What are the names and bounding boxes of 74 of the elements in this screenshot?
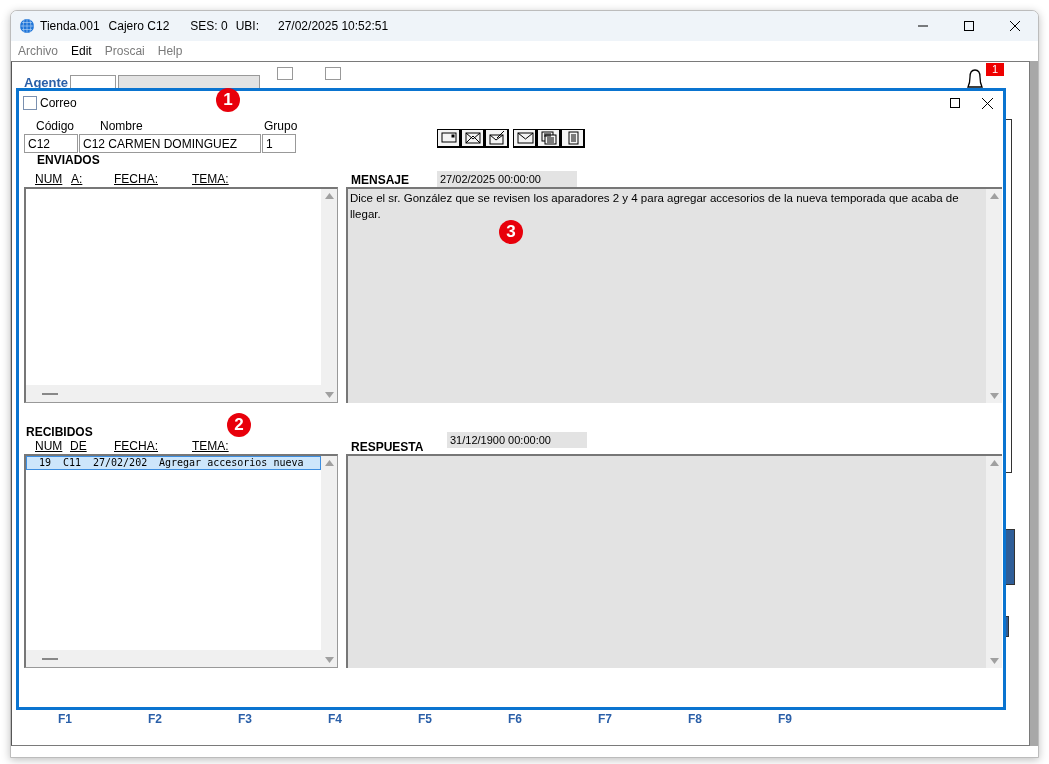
globe-icon (20, 19, 34, 33)
window-title: SES: 0 (190, 19, 228, 33)
scroll-down-icon[interactable] (324, 657, 334, 663)
function-key-label[interactable]: F8 (688, 712, 778, 726)
window-title: Tienda.001 (40, 19, 100, 33)
card-icon (439, 130, 458, 146)
scrollbar-track[interactable] (1030, 61, 1038, 746)
dialog-title: Correo (40, 96, 77, 110)
toolbar-button[interactable] (513, 129, 538, 148)
envelope-check-icon (487, 130, 506, 146)
function-key-label[interactable]: F3 (238, 712, 328, 726)
section-title: RECIBIDOS (25, 425, 94, 439)
scroll-up-icon[interactable] (324, 193, 334, 199)
scroll-up-icon[interactable] (324, 460, 334, 466)
agent-label: Agente (24, 75, 69, 90)
function-key-label[interactable]: F7 (598, 712, 688, 726)
column-header[interactable]: TEMA: (192, 439, 232, 453)
menu-item[interactable]: Edit (71, 44, 92, 58)
text-field[interactable]: C12 CARMEN DOMINGUEZ (79, 134, 261, 153)
window-title: Cajero C12 (108, 19, 170, 33)
maximize-icon (964, 21, 974, 31)
stacked-documents-icon (539, 130, 558, 146)
message-row[interactable]: 19 C11 27/02/202 Agregar accesorios nueva (26, 456, 321, 470)
section-title: ENVIADOS (36, 153, 101, 167)
window-title: 27/02/2025 10:52:51 (278, 19, 389, 33)
scroll-down-icon[interactable] (989, 658, 999, 664)
callout-marker: 2 (227, 413, 251, 437)
window-title: UBI: (235, 19, 259, 33)
close-icon (981, 97, 993, 109)
toolbar-button[interactable] (437, 129, 462, 148)
message-list[interactable]: 19 C11 27/02/202 Agregar accesorios nueva (24, 454, 338, 668)
field-label: Grupo (263, 119, 298, 133)
scroll-thumb-icon[interactable] (42, 657, 58, 660)
column-header[interactable]: FECHA: (114, 172, 192, 186)
message-text: Dice el sr. González que se revisen los aparadores 2 y 4 para agregar accesorios de la nueva temporada que acaba de llegar. (350, 191, 960, 222)
column-header[interactable]: NUM (35, 172, 71, 186)
column-header[interactable]: TEMA: (192, 172, 232, 186)
field-label: Código (35, 119, 76, 133)
toolbar-button[interactable] (461, 129, 486, 148)
message-date: 27/02/2025 00:00:00 (437, 171, 577, 187)
callout-marker: 1 (216, 88, 240, 112)
text-field[interactable]: 1 (262, 134, 296, 153)
function-key-label[interactable]: F4 (328, 712, 418, 726)
scroll-down-icon[interactable] (324, 392, 334, 398)
column-header[interactable]: DE (70, 439, 114, 453)
section-title: RESPUESTA (350, 440, 425, 454)
reply-date: 31/12/1900 00:00:00 (447, 432, 587, 448)
function-key-label[interactable]: F2 (148, 712, 238, 726)
maximize-icon (950, 98, 960, 108)
function-key-label[interactable]: F1 (58, 712, 148, 726)
scroll-up-icon[interactable] (989, 460, 999, 466)
toolbar-button[interactable] (485, 129, 510, 148)
scroll-thumb-icon[interactable] (42, 392, 58, 395)
notification-badge: 1 (985, 63, 1004, 76)
close-icon (1010, 21, 1020, 31)
function-key-label[interactable]: F6 (508, 712, 598, 726)
envelope-icon (515, 130, 534, 146)
text-field[interactable]: C12 (24, 134, 78, 153)
scroll-up-icon[interactable] (989, 193, 999, 199)
toolbar-button[interactable] (537, 129, 562, 148)
section-title: MENSAJE (350, 173, 410, 187)
message-list[interactable] (24, 187, 338, 403)
toolbar-button[interactable] (561, 129, 586, 148)
crossed-envelope-icon (463, 130, 482, 146)
column-header[interactable]: FECHA: (114, 439, 192, 453)
function-key-label[interactable]: F5 (418, 712, 508, 726)
field-label: Nombre (99, 119, 144, 133)
checkbox[interactable] (277, 67, 294, 80)
scroll-down-icon[interactable] (989, 393, 999, 399)
function-key-label[interactable]: F9 (778, 712, 868, 726)
checkbox[interactable] (325, 67, 342, 80)
window-icon (23, 96, 37, 110)
column-header[interactable]: NUM (35, 439, 70, 453)
column-header[interactable]: A: (71, 172, 114, 186)
